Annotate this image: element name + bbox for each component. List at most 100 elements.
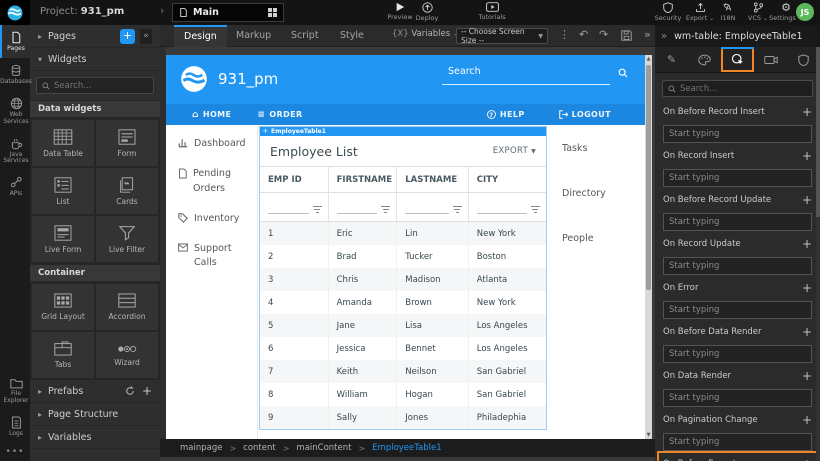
table-row[interactable]: 4AmandaBrownNew York xyxy=(260,291,546,314)
menu-item-dashboard[interactable]: Dashboard xyxy=(178,137,257,151)
column-header-city[interactable]: CITY xyxy=(469,167,546,192)
table-row[interactable]: 5JaneLisaLos Angeles xyxy=(260,314,546,337)
side-item-people[interactable]: People xyxy=(562,233,645,244)
tab-script[interactable]: Script xyxy=(281,25,329,47)
table-row[interactable]: 3ChrisMadisonAtlanta xyxy=(260,268,546,291)
table-row[interactable]: 9SallyJonesPhiladephia xyxy=(260,406,546,429)
wavemaker-logo[interactable] xyxy=(0,0,30,25)
table-row[interactable]: 2BradTuckerBoston xyxy=(260,245,546,268)
event-handler-input[interactable] xyxy=(663,433,812,451)
page-grid-icon[interactable] xyxy=(268,8,277,17)
prefabs-section-header[interactable]: ▸ Prefabs + xyxy=(30,380,160,403)
add-event-icon[interactable]: + xyxy=(802,194,812,206)
pages-section-header[interactable]: ▸ Pages + « xyxy=(30,25,160,48)
redo-icon[interactable]: ↷ xyxy=(599,28,608,41)
variables-section-header[interactable]: ▸ Variables xyxy=(30,426,160,449)
widget-accordion[interactable]: Accordion xyxy=(96,284,158,330)
nav-order[interactable]: ≡ ORDER xyxy=(257,110,302,120)
filter-icon[interactable] xyxy=(531,206,540,215)
event-handler-input[interactable] xyxy=(663,169,812,187)
menu-item-inventory[interactable]: Inventory xyxy=(178,212,257,226)
tab-styles[interactable] xyxy=(688,47,721,72)
collapse-panel-button[interactable]: « xyxy=(140,29,152,44)
page-selector[interactable]: Main xyxy=(172,3,284,22)
widget-search-input[interactable] xyxy=(54,81,148,91)
widget-grid-layout[interactable]: Grid Layout xyxy=(32,284,94,330)
breadcrumb-item[interactable]: content xyxy=(243,443,276,453)
add-event-icon[interactable]: + xyxy=(802,150,812,162)
table-row[interactable]: 6JessicaBennetLos Angeles xyxy=(260,337,546,360)
search-icon[interactable] xyxy=(618,68,628,78)
widget-wizard[interactable]: Wizard xyxy=(96,332,158,378)
table-row[interactable]: 8WilliamHoganSan Gabriel xyxy=(260,383,546,406)
expand-right-panel-icon[interactable]: » xyxy=(644,28,651,41)
scrollbar-thumb[interactable] xyxy=(646,65,651,290)
tab-design[interactable]: Design xyxy=(174,25,227,47)
widget-list[interactable]: List xyxy=(32,168,94,214)
add-page-button[interactable]: + xyxy=(120,29,135,44)
breadcrumb-item[interactable]: mainpage xyxy=(180,443,222,453)
inspector-search-input[interactable] xyxy=(680,84,807,94)
event-handler-input[interactable] xyxy=(663,213,812,231)
event-handler-input[interactable] xyxy=(663,389,812,407)
add-event-icon[interactable]: + xyxy=(802,370,812,382)
column-header-empid[interactable]: EMP ID xyxy=(260,167,329,192)
tab-markup[interactable]: Markup xyxy=(226,25,281,47)
collapse-inspector-icon[interactable]: » xyxy=(661,31,667,42)
app-search-input[interactable] xyxy=(442,84,610,85)
add-event-icon[interactable]: + xyxy=(802,282,812,294)
save-icon[interactable] xyxy=(621,30,632,41)
table-row[interactable]: 1EricLinNew York xyxy=(260,222,546,245)
filter-icon[interactable] xyxy=(381,206,390,215)
breadcrumb-item-current[interactable]: EmployeeTable1 xyxy=(372,443,442,453)
tab-style[interactable]: Style xyxy=(330,25,374,47)
canvas-scrollbar[interactable]: ▲ ▼ xyxy=(645,55,652,439)
widget-search[interactable] xyxy=(36,77,154,94)
tutorials-button[interactable]: Tutorials xyxy=(470,2,514,21)
widget-data-table[interactable]: Data Table xyxy=(32,120,94,166)
rail-item-web-services[interactable]: Web Services xyxy=(0,91,30,131)
widget-selection-tag[interactable]: ✛ EmployeeTable1 xyxy=(260,127,546,136)
widget-live-filter[interactable]: Live Filter xyxy=(96,216,158,262)
add-event-icon[interactable]: + xyxy=(802,414,812,426)
more-options-icon[interactable]: ⋮ xyxy=(559,28,570,41)
filter-city[interactable] xyxy=(469,193,546,221)
rail-item-pages[interactable]: Pages xyxy=(0,25,30,58)
nav-home[interactable]: ⌂ HOME xyxy=(192,110,231,120)
add-event-icon[interactable]: + xyxy=(802,458,812,461)
inspector-search[interactable] xyxy=(662,80,813,97)
event-handler-input[interactable] xyxy=(663,125,812,143)
rail-item-logs[interactable]: Logs xyxy=(0,410,30,443)
nav-logout[interactable]: LOGOUT xyxy=(559,110,611,119)
widget-tabs[interactable]: Tabs xyxy=(32,332,94,378)
event-handler-input[interactable] xyxy=(663,257,812,275)
menu-item-support-calls[interactable]: Support Calls xyxy=(178,242,257,271)
add-event-icon[interactable]: + xyxy=(802,106,812,118)
widget-form[interactable]: Form xyxy=(96,120,158,166)
app-logo-icon[interactable] xyxy=(180,65,208,93)
undo-icon[interactable]: ↶ xyxy=(579,28,588,41)
employee-table-widget[interactable]: ✛ EmployeeTable1 Employee List EXPORT ▼ … xyxy=(259,126,547,430)
widget-cards[interactable]: Cards xyxy=(96,168,158,214)
event-handler-input[interactable] xyxy=(663,345,812,363)
nav-help[interactable]: ? HELP xyxy=(487,110,525,119)
filter-lastname[interactable] xyxy=(397,193,469,221)
side-item-directory[interactable]: Directory xyxy=(562,188,645,199)
scroll-up-icon[interactable]: ▲ xyxy=(645,56,652,62)
side-item-tasks[interactable]: Tasks xyxy=(562,143,645,154)
filter-icon[interactable] xyxy=(453,206,462,215)
rail-item-file-explorer[interactable]: File Explorer xyxy=(0,371,30,410)
refresh-icon[interactable] xyxy=(125,386,135,396)
tab-devices[interactable] xyxy=(754,47,787,72)
scroll-down-icon[interactable]: ▼ xyxy=(645,432,652,438)
widgets-section-header[interactable]: ▾ Widgets xyxy=(30,48,160,71)
add-prefab-button[interactable]: + xyxy=(142,384,152,398)
screen-size-select[interactable]: -- Choose Screen Size -- ▼ xyxy=(456,28,548,44)
filter-icon[interactable] xyxy=(313,206,322,215)
rail-item-apis[interactable]: APIs xyxy=(0,170,30,203)
scrollbar-thumb[interactable] xyxy=(816,47,820,217)
breadcrumb-item[interactable]: mainContent xyxy=(296,443,351,453)
event-handler-input[interactable] xyxy=(663,301,812,319)
filter-firstname[interactable] xyxy=(329,193,398,221)
rail-item-databases[interactable]: Databases xyxy=(0,58,30,91)
